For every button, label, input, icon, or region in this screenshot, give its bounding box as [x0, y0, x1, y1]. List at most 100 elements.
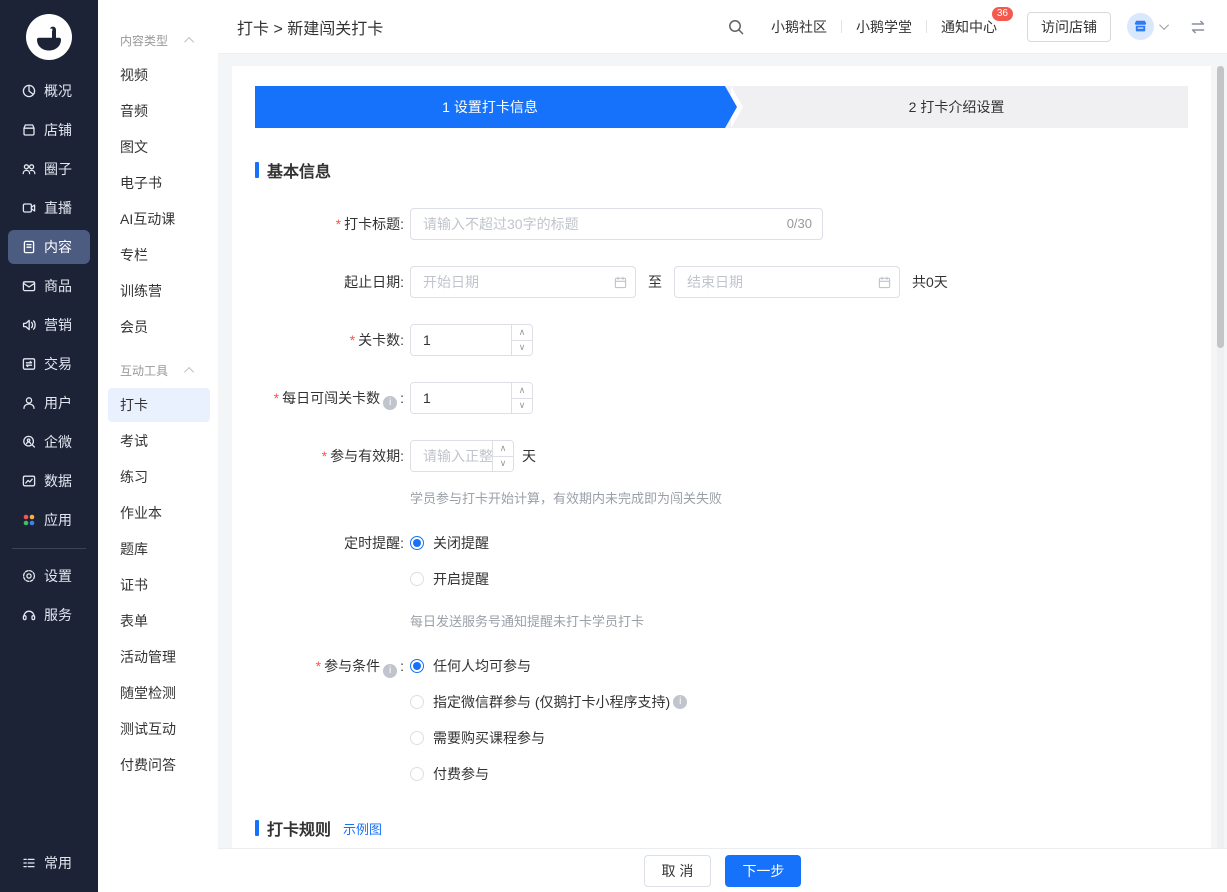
daily-level-count-input[interactable]	[411, 383, 511, 413]
rail-item-label: 概况	[44, 81, 72, 101]
sidebar-item-test-interaction[interactable]: 测试互动	[108, 712, 210, 746]
stepper-up-button[interactable]: ∧	[512, 383, 532, 399]
radio-paid-join[interactable]: 付费参与	[410, 764, 690, 784]
validity-period-input[interactable]	[411, 441, 492, 471]
goods-icon	[21, 278, 37, 294]
primary-sidebar: 概况 店铺 圈子 直播 内容 商品 营销 交易 用户 企微 数据 应用	[0, 0, 98, 892]
radio-reminder-on[interactable]: 开启提醒	[410, 569, 644, 589]
radio-wechat-group-join[interactable]: 指定微信群参与 (仅鹅打卡小程序支持)	[410, 692, 690, 712]
link-notification-center[interactable]: 通知中心	[941, 19, 997, 35]
info-icon[interactable]	[383, 396, 397, 410]
sidebar-item-paid-qa[interactable]: 付费问答	[108, 748, 210, 782]
rail-item-marketing[interactable]: 营销	[8, 308, 90, 342]
rail-item-service[interactable]: 服务	[8, 598, 90, 632]
sidebar-item-certificate[interactable]: 证书	[108, 568, 210, 602]
rail-item-apps[interactable]: 应用	[8, 503, 90, 537]
scrollbar-thumb[interactable]	[1217, 66, 1224, 348]
level-count-input[interactable]	[411, 325, 511, 355]
rail-item-settings[interactable]: 设置	[8, 559, 90, 593]
next-step-button[interactable]: 下一步	[725, 855, 801, 887]
example-image-link[interactable]: 示例图	[343, 819, 382, 838]
link-xiaoe-community[interactable]: 小鹅社区	[771, 17, 827, 37]
sidebar-item-form[interactable]: 表单	[108, 604, 210, 638]
radio-label: 指定微信群参与 (仅鹅打卡小程序支持)	[433, 692, 670, 712]
checkin-title-input[interactable]	[410, 208, 823, 240]
visit-store-button[interactable]: 访问店铺	[1027, 12, 1111, 42]
radio-label: 开启提醒	[433, 569, 489, 589]
store-avatar[interactable]	[1127, 13, 1154, 40]
cancel-button[interactable]: 取 消	[644, 855, 712, 887]
sidebar-item-exam[interactable]: 考试	[108, 424, 210, 458]
sidebar-item-member[interactable]: 会员	[108, 310, 210, 344]
rail-item-label: 常用	[44, 853, 72, 873]
search-icon[interactable]	[727, 18, 745, 36]
sidebar-item-practice[interactable]: 练习	[108, 460, 210, 494]
field-label: *每日可闯关卡数:	[255, 382, 404, 414]
xiaoe-logo[interactable]	[26, 14, 72, 60]
rail-item-user[interactable]: 用户	[8, 386, 90, 420]
rail-item-wecom[interactable]: 企微	[8, 425, 90, 459]
info-icon[interactable]	[673, 695, 687, 709]
sidebar-item-column[interactable]: 专栏	[108, 238, 210, 272]
sidebar-item-ai-course[interactable]: AI互动课	[108, 202, 210, 236]
rail-item-content[interactable]: 内容	[8, 230, 90, 264]
radio-reminder-off[interactable]: 关闭提醒	[410, 533, 644, 553]
rail-item-overview[interactable]: 概况	[8, 74, 90, 108]
subnav-group-interactive-tools[interactable]: 互动工具	[98, 360, 218, 380]
radio-icon	[410, 536, 424, 550]
switch-store-icon[interactable]	[1189, 19, 1207, 35]
rail-item-goods[interactable]: 商品	[8, 269, 90, 303]
sidebar-item-class-quiz[interactable]: 随堂检测	[108, 676, 210, 710]
rail-item-label: 用户	[44, 393, 72, 413]
section-accent-bar	[255, 162, 259, 178]
radio-anyone-can-join[interactable]: 任何人均可参与	[410, 656, 690, 676]
sidebar-item-workbook[interactable]: 作业本	[108, 496, 210, 530]
stepper-up-button[interactable]: ∧	[493, 441, 513, 457]
sidebar-item-video[interactable]: 视频	[108, 58, 210, 92]
stepper-down-button[interactable]: ∨	[512, 341, 532, 356]
stepper-down-button[interactable]: ∨	[493, 457, 513, 472]
content-icon	[21, 239, 37, 255]
sidebar-item-audio[interactable]: 音频	[108, 94, 210, 128]
overview-icon	[21, 83, 37, 99]
stepper-down-button[interactable]: ∨	[512, 399, 532, 414]
radio-label: 关闭提醒	[433, 533, 489, 553]
section-title: 基本信息	[267, 158, 331, 182]
field-label: *关卡数:	[255, 324, 404, 356]
end-date-input[interactable]	[674, 266, 900, 298]
frequently-used-icon	[21, 855, 37, 871]
breadcrumb: 打卡 > 新建闯关打卡	[237, 15, 383, 39]
rail-item-live[interactable]: 直播	[8, 191, 90, 225]
link-xiaoe-academy[interactable]: 小鹅学堂	[856, 17, 912, 37]
radio-icon	[410, 572, 424, 586]
goose-logo-icon	[26, 14, 72, 60]
shop-icon	[21, 122, 37, 138]
info-icon[interactable]	[383, 664, 397, 678]
topbar-separator	[841, 20, 842, 33]
start-date-input[interactable]	[410, 266, 636, 298]
sidebar-item-question-bank[interactable]: 题库	[108, 532, 210, 566]
subnav-group-content-types[interactable]: 内容类型	[98, 30, 218, 50]
chevron-down-icon[interactable]	[1159, 20, 1169, 30]
sidebar-item-checkin[interactable]: 打卡	[108, 388, 210, 422]
rail-item-shop[interactable]: 店铺	[8, 113, 90, 147]
radio-purchase-course-join[interactable]: 需要购买课程参与	[410, 728, 690, 748]
total-days-text: 共0天	[912, 272, 948, 292]
rail-item-trade[interactable]: 交易	[8, 347, 90, 381]
wizard-step-2[interactable]: 2 打卡介绍设置	[725, 86, 1188, 128]
rail-item-label: 数据	[44, 471, 72, 491]
rail-item-frequently-used[interactable]: 常用	[8, 846, 90, 880]
stepper-up-button[interactable]: ∧	[512, 325, 532, 341]
rail-item-community[interactable]: 圈子	[8, 152, 90, 186]
rail-item-data[interactable]: 数据	[8, 464, 90, 498]
wizard-step-1[interactable]: 1 设置打卡信息	[255, 86, 725, 128]
rail-item-label: 设置	[44, 566, 72, 586]
unit-days: 天	[522, 440, 536, 472]
sidebar-item-activity-management[interactable]: 活动管理	[108, 640, 210, 674]
collapse-caret-icon	[184, 366, 194, 376]
required-mark: *	[350, 332, 355, 348]
topbar-separator	[926, 20, 927, 33]
sidebar-item-article[interactable]: 图文	[108, 130, 210, 164]
sidebar-item-ebook[interactable]: 电子书	[108, 166, 210, 200]
sidebar-item-training-camp[interactable]: 训练营	[108, 274, 210, 308]
